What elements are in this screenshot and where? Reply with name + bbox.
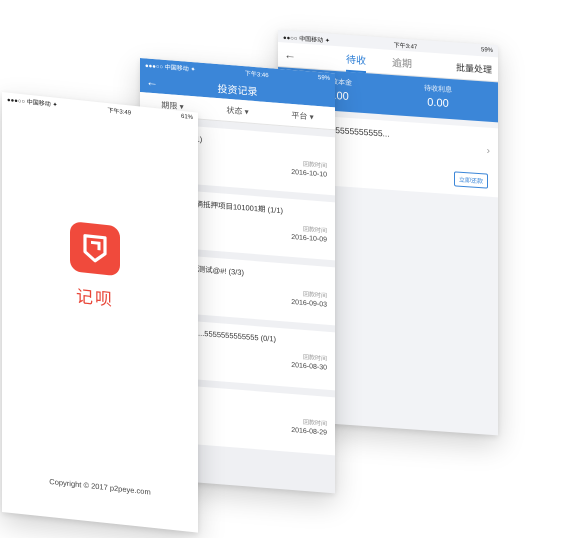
batch-process-button[interactable]: 批量处理 xyxy=(456,60,492,76)
tab-overdue[interactable]: 逾期 xyxy=(392,49,412,75)
shield-icon xyxy=(83,234,107,263)
chevron-right-icon: › xyxy=(486,145,490,157)
battery-text: 59% xyxy=(317,75,330,82)
filter-platform[interactable]: 平台 ▾ xyxy=(270,108,335,124)
summary-interest: 待收利息 0.00 xyxy=(388,81,488,116)
app-logo xyxy=(70,221,120,277)
tab-pending[interactable]: 待收 xyxy=(345,46,366,73)
back-arrow-icon[interactable]: ← xyxy=(284,47,302,62)
app-name: 记呗 xyxy=(76,286,114,310)
repay-now-button[interactable]: 立即还款 xyxy=(453,171,488,189)
battery-text: 61% xyxy=(180,113,193,122)
back-arrow-icon[interactable]: ← xyxy=(146,74,164,89)
splash-screen: ●●●○○ 中国移动 ✦ 下午3:49 61% 记呗 Copyright © 2… xyxy=(2,92,198,533)
carrier-text: ●●●○○ 中国移动 ✦ xyxy=(7,97,58,109)
filter-status[interactable]: 状态 ▾ xyxy=(205,103,270,119)
battery-text: 59% xyxy=(480,47,493,55)
copyright-text: Copyright © 2017 p2peye.com xyxy=(49,476,151,497)
